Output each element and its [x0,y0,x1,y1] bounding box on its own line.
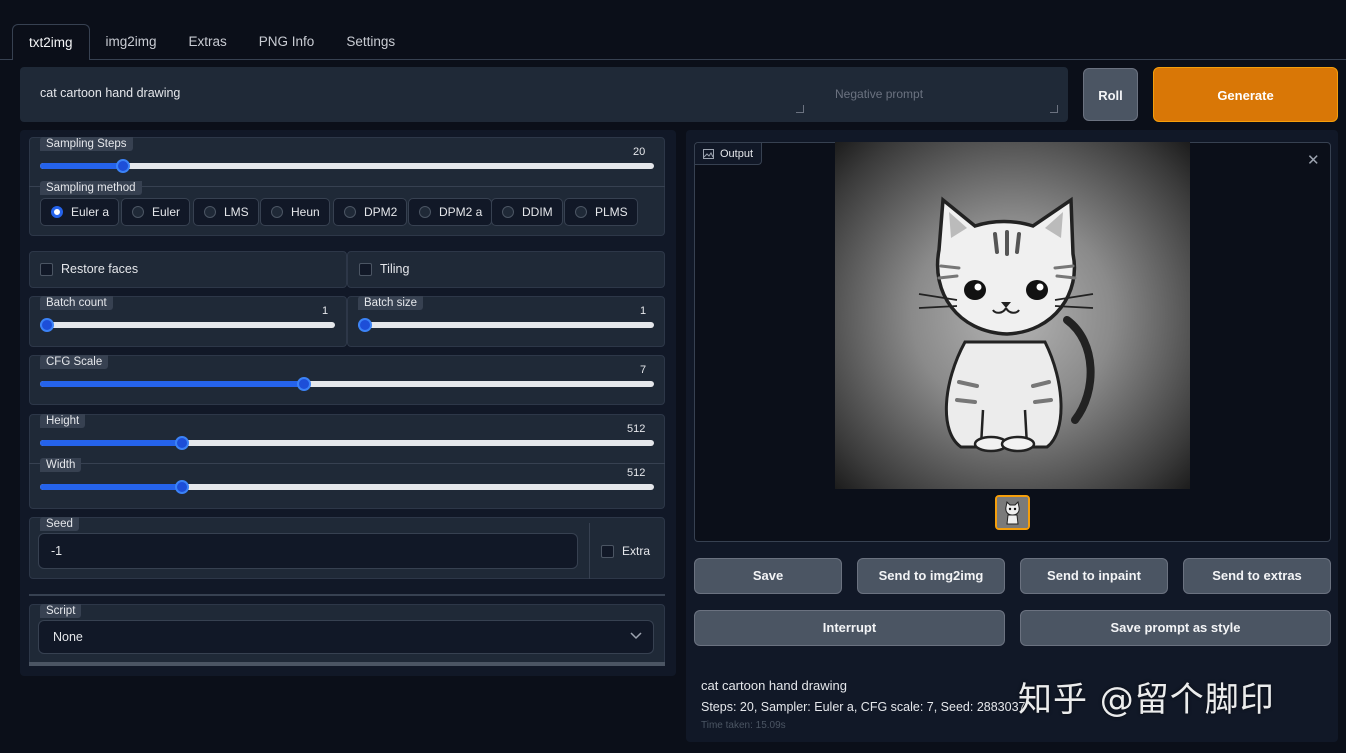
cat-drawing [918,196,1095,453]
gallery-thumbnail[interactable] [995,495,1030,530]
width-handle[interactable] [175,480,189,494]
radio-label: DDIM [522,205,553,219]
seed-label: Seed [40,517,79,531]
radio-dot-icon [51,206,63,218]
radio-heun[interactable]: Heun [260,198,330,226]
restore-faces-label: Restore faces [61,262,139,276]
width-fill [40,484,183,490]
save-prompt-as-style-button[interactable]: Save prompt as style [1020,610,1331,646]
radio-dot-icon [502,206,514,218]
tab-img2img[interactable]: img2img [90,24,173,59]
resize-handle-icon[interactable] [1050,105,1058,113]
cfg-scale-block [29,355,665,405]
extra-label: Extra [622,544,651,558]
cfg-scale-fill [40,381,304,387]
radio-euler-a[interactable]: Euler a [40,198,120,226]
batch-size-label: Batch size [358,296,424,310]
radio-lms[interactable]: LMS [193,198,259,226]
divider [29,463,665,464]
radio-plms[interactable]: PLMS [564,198,638,226]
sampling-steps-slider[interactable] [40,163,654,169]
image-icon [703,148,714,159]
tab-settings[interactable]: Settings [330,24,411,59]
width-label: Width [40,458,82,472]
send-to-inpaint-button[interactable]: Send to inpaint [1020,558,1168,594]
sampling-steps-value[interactable]: 20 [633,146,645,158]
batch-count-slider[interactable] [40,322,335,328]
watermark: 知乎 @留个脚印 [1018,680,1275,720]
tiling-label: Tiling [380,262,410,276]
resize-handle-icon[interactable] [796,105,804,113]
cfg-scale-label: CFG Scale [40,355,109,369]
generation-info-prompt: cat cartoon hand drawing [701,678,847,693]
height-value[interactable]: 512 [627,423,645,435]
tab-extras[interactable]: Extras [173,24,243,59]
output-tab: Output [695,143,763,165]
dimensions-block [29,414,665,509]
radio-dot-icon [132,206,144,218]
width-value[interactable]: 512 [627,467,645,479]
prompt-input[interactable]: cat cartoon hand drawing [40,86,180,100]
radio-ddim[interactable]: DDIM [491,198,563,226]
generate-button[interactable]: Generate [1153,67,1338,122]
radio-dot-icon [575,206,587,218]
radio-dot-icon [271,206,283,218]
interrupt-button[interactable]: Interrupt [694,610,1005,646]
generation-info-params: Steps: 20, Sampler: Euler a, CFG scale: … [701,700,1026,714]
extra-checkbox[interactable] [601,545,614,558]
batch-size-slider[interactable] [358,322,654,328]
divider [589,523,590,579]
radio-label: Euler a [71,205,110,219]
close-icon[interactable]: ✕ [1307,151,1320,169]
roll-button[interactable]: Roll [1083,68,1138,121]
batch-count-handle[interactable] [40,318,54,332]
save-button[interactable]: Save [694,558,842,594]
radio-label: Euler [152,205,181,219]
cfg-scale-handle[interactable] [297,377,311,391]
divider [29,594,665,596]
height-handle[interactable] [175,436,189,450]
script-label: Script [40,604,82,618]
output-label: Output [720,147,754,160]
radio-dot-icon [344,206,356,218]
generation-time: Time taken: 15.09s [701,720,786,731]
radio-label: DPM2 a [439,205,483,219]
radio-label: Heun [291,205,320,219]
send-to-extras-button[interactable]: Send to extras [1183,558,1331,594]
batch-size-value[interactable]: 1 [640,305,646,317]
chevron-down-icon[interactable] [630,632,642,640]
batch-count-label: Batch count [40,296,113,310]
sampling-steps-label: Sampling Steps [40,137,133,151]
tab-txt2img[interactable]: txt2img [12,24,90,60]
radio-dot-icon [419,206,431,218]
radio-dpm2-a[interactable]: DPM2 a [408,198,493,226]
batch-count-value[interactable]: 1 [322,305,328,317]
cat-thumbnail-icon [997,497,1028,528]
seed-input[interactable]: -1 [38,533,578,569]
sampling-steps-handle[interactable] [116,159,130,173]
radio-label: DPM2 [364,205,398,219]
restore-faces-checkbox[interactable] [40,263,53,276]
generated-image[interactable] [835,142,1190,489]
radio-dpm2[interactable]: DPM2 [333,198,408,226]
sampling-method-label: Sampling method [40,181,142,195]
radio-dot-icon [204,206,216,218]
cfg-scale-value[interactable]: 7 [640,364,646,376]
send-to-img2img-button[interactable]: Send to img2img [857,558,1005,594]
batch-size-handle[interactable] [358,318,372,332]
height-label: Height [40,414,86,428]
height-fill [40,440,183,446]
radio-euler[interactable]: Euler [121,198,191,226]
tab-png-info[interactable]: PNG Info [243,24,331,59]
radio-label: LMS [224,205,249,219]
radio-label: PLMS [595,205,628,219]
tiling-checkbox[interactable] [359,263,372,276]
negative-prompt-input[interactable]: Negative prompt [835,87,923,101]
script-select[interactable]: None [38,620,654,654]
sampling-steps-fill [40,163,124,169]
scroll-edge [29,662,665,666]
tab-bar: txt2img img2img Extras PNG Info Settings [12,24,411,60]
